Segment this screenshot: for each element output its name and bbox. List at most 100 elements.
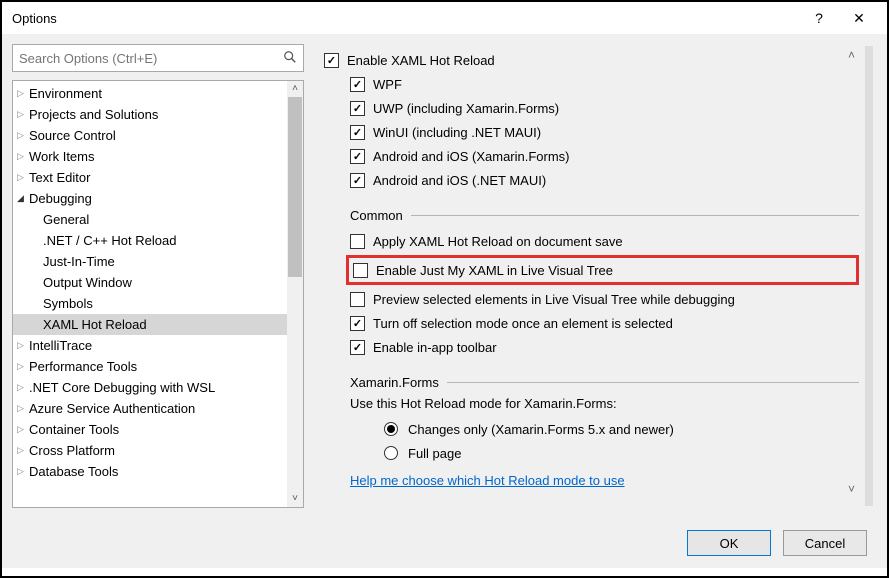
option-label: WinUI (including .NET MAUI) bbox=[373, 125, 541, 140]
checkbox-icon[interactable] bbox=[353, 263, 368, 278]
tree-item-just-in-time[interactable]: Just-In-Time bbox=[13, 251, 287, 272]
tree-item-label: XAML Hot Reload bbox=[43, 317, 147, 332]
checkbox-icon[interactable] bbox=[350, 316, 365, 331]
twist-icon[interactable] bbox=[17, 88, 29, 99]
twist-icon[interactable] bbox=[17, 445, 29, 456]
checkbox-icon[interactable] bbox=[350, 101, 365, 116]
twist-icon[interactable] bbox=[17, 361, 29, 372]
checkbox-icon[interactable] bbox=[350, 234, 365, 249]
twist-icon[interactable] bbox=[17, 403, 29, 414]
twist-icon[interactable] bbox=[17, 424, 29, 435]
tree-item-label: Work Items bbox=[29, 149, 95, 164]
radio-icon[interactable] bbox=[384, 446, 398, 460]
checkbox-icon[interactable] bbox=[324, 53, 339, 68]
hot-reload-mode-option[interactable]: Full page bbox=[324, 441, 859, 465]
section-label: Common bbox=[350, 208, 403, 223]
common-option[interactable]: Turn off selection mode once an element … bbox=[324, 311, 859, 335]
checkbox-icon[interactable] bbox=[350, 125, 365, 140]
checkbox-icon[interactable] bbox=[350, 149, 365, 164]
highlighted-option: Enable Just My XAML in Live Visual Tree bbox=[346, 255, 859, 285]
close-button[interactable]: ✕ bbox=[839, 10, 879, 27]
tree-item-source-control[interactable]: Source Control bbox=[13, 125, 287, 146]
settings-panel: ˄ Enable XAML Hot Reload WPF UWP (includi… bbox=[316, 44, 877, 508]
common-option[interactable]: Enable in-app toolbar bbox=[324, 335, 859, 359]
section-xamarin-forms: Xamarin.Forms bbox=[324, 375, 859, 390]
option-label: UWP (including Xamarin.Forms) bbox=[373, 101, 559, 116]
search-icon[interactable] bbox=[283, 50, 297, 67]
tree-item-debugging[interactable]: Debugging bbox=[13, 188, 287, 209]
chevron-up-icon[interactable]: ˄ bbox=[848, 48, 855, 62]
checkbox-icon[interactable] bbox=[350, 77, 365, 92]
tree-item-projects-and-solutions[interactable]: Projects and Solutions bbox=[13, 104, 287, 125]
tree-item-label: Output Window bbox=[43, 275, 132, 290]
tree-item-label: Text Editor bbox=[29, 170, 90, 185]
panel-scrollbar[interactable] bbox=[861, 46, 877, 506]
hot-reload-mode-option[interactable]: Changes only (Xamarin.Forms 5.x and newe… bbox=[324, 417, 859, 441]
tree-item-azure-service-authentication[interactable]: Azure Service Authentication bbox=[13, 398, 287, 419]
twist-icon[interactable] bbox=[17, 151, 29, 162]
common-option[interactable]: Preview selected elements in Live Visual… bbox=[324, 287, 859, 311]
tree-item-database-tools[interactable]: Database Tools bbox=[13, 461, 287, 482]
checkbox-icon[interactable] bbox=[350, 292, 365, 307]
scroll-thumb[interactable] bbox=[865, 46, 873, 506]
tree-item-output-window[interactable]: Output Window bbox=[13, 272, 287, 293]
checkbox-icon[interactable] bbox=[350, 340, 365, 355]
radio-icon[interactable] bbox=[384, 422, 398, 436]
divider bbox=[411, 215, 859, 216]
cancel-button[interactable]: Cancel bbox=[783, 530, 867, 556]
platform-option[interactable]: Android and iOS (.NET MAUI) bbox=[324, 168, 859, 192]
option-label: Turn off selection mode once an element … bbox=[373, 316, 673, 331]
twist-icon[interactable] bbox=[17, 466, 29, 477]
options-tree: Environment Projects and Solutions Source … bbox=[12, 80, 304, 508]
help-button[interactable]: ? bbox=[799, 10, 839, 26]
help-link[interactable]: Help me choose which Hot Reload mode to … bbox=[324, 473, 625, 488]
twist-icon[interactable] bbox=[17, 130, 29, 141]
tree-item-label: Projects and Solutions bbox=[29, 107, 158, 122]
tree-item-container-tools[interactable]: Container Tools bbox=[13, 419, 287, 440]
twist-icon[interactable] bbox=[17, 340, 29, 351]
tree-item-cross-platform[interactable]: Cross Platform bbox=[13, 440, 287, 461]
scroll-up-icon[interactable]: ˄ bbox=[287, 81, 303, 97]
tree-item-symbols[interactable]: Symbols bbox=[13, 293, 287, 314]
xamarin-mode-desc: Use this Hot Reload mode for Xamarin.For… bbox=[324, 396, 859, 411]
common-option[interactable]: Enable Just My XAML in Live Visual Tree bbox=[353, 259, 852, 281]
tree-scrollbar[interactable]: ˄ ˅ bbox=[287, 81, 303, 507]
tree-item--net-core-debugging-with-wsl[interactable]: .NET Core Debugging with WSL bbox=[13, 377, 287, 398]
option-label: WPF bbox=[373, 77, 402, 92]
platform-option[interactable]: Android and iOS (Xamarin.Forms) bbox=[324, 144, 859, 168]
tree-item-label: IntelliTrace bbox=[29, 338, 92, 353]
scroll-down-icon[interactable]: ˅ bbox=[287, 491, 303, 507]
twist-icon[interactable] bbox=[17, 193, 29, 204]
platform-option[interactable]: WPF bbox=[324, 72, 859, 96]
tree-item-label: .NET / C++ Hot Reload bbox=[43, 233, 176, 248]
tree-item-work-items[interactable]: Work Items bbox=[13, 146, 287, 167]
tree-item-label: .NET Core Debugging with WSL bbox=[29, 380, 215, 395]
common-option[interactable]: Apply XAML Hot Reload on document save bbox=[324, 229, 859, 253]
twist-icon[interactable] bbox=[17, 172, 29, 183]
search-box[interactable] bbox=[12, 44, 304, 72]
tree-item-intellitrace[interactable]: IntelliTrace bbox=[13, 335, 287, 356]
option-label: Enable XAML Hot Reload bbox=[347, 53, 495, 68]
platform-option[interactable]: UWP (including Xamarin.Forms) bbox=[324, 96, 859, 120]
enable-xaml-hot-reload[interactable]: Enable XAML Hot Reload bbox=[324, 48, 859, 72]
tree-item-text-editor[interactable]: Text Editor bbox=[13, 167, 287, 188]
checkbox-icon[interactable] bbox=[350, 173, 365, 188]
section-common: Common bbox=[324, 208, 859, 223]
platform-option[interactable]: WinUI (including .NET MAUI) bbox=[324, 120, 859, 144]
option-label: Full page bbox=[408, 446, 461, 461]
option-label: Enable Just My XAML in Live Visual Tree bbox=[376, 263, 613, 278]
tree-item-environment[interactable]: Environment bbox=[13, 83, 287, 104]
tree-item--net-c-hot-reload[interactable]: .NET / C++ Hot Reload bbox=[13, 230, 287, 251]
tree-item-general[interactable]: General bbox=[13, 209, 287, 230]
tree-item-performance-tools[interactable]: Performance Tools bbox=[13, 356, 287, 377]
tree-item-label: Debugging bbox=[29, 191, 92, 206]
twist-icon[interactable] bbox=[17, 382, 29, 393]
scroll-thumb[interactable] bbox=[288, 97, 302, 277]
tree-item-xaml-hot-reload[interactable]: XAML Hot Reload bbox=[13, 314, 287, 335]
tree-item-label: Cross Platform bbox=[29, 443, 115, 458]
option-label: Changes only (Xamarin.Forms 5.x and newe… bbox=[408, 422, 674, 437]
search-input[interactable] bbox=[19, 51, 277, 66]
chevron-down-icon[interactable]: ˅ bbox=[848, 482, 855, 496]
twist-icon[interactable] bbox=[17, 109, 29, 120]
ok-button[interactable]: OK bbox=[687, 530, 771, 556]
